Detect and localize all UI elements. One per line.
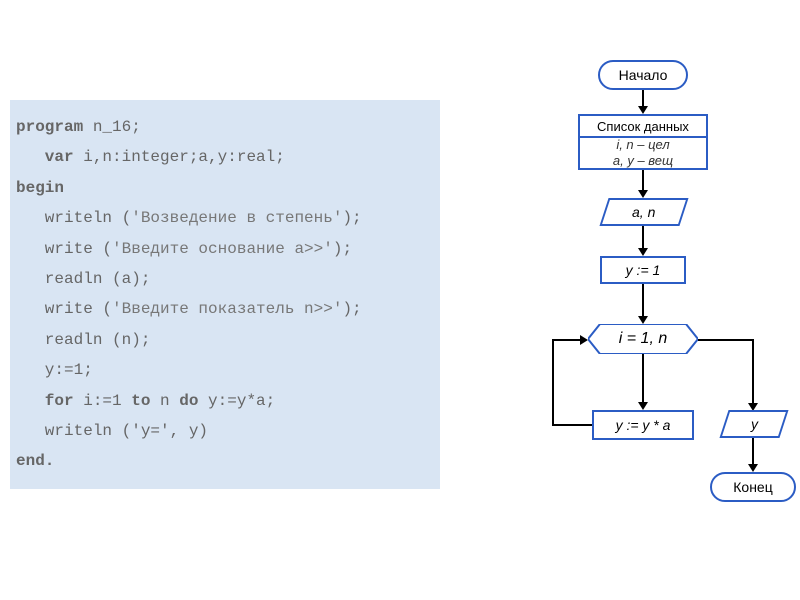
code-listing: program n_16; var i,n:integer;a,y:real; …	[10, 100, 440, 489]
connector	[642, 354, 644, 404]
kw-do: do	[179, 392, 198, 410]
code-text: write (	[16, 300, 112, 318]
arrow-down-icon	[638, 316, 648, 324]
code-text: readln (n);	[16, 331, 150, 349]
loop-hexagon: i = 1, n	[588, 324, 698, 354]
arrow-down-icon	[638, 106, 648, 114]
string-literal: 'Введите показатель n>>'	[112, 300, 342, 318]
connector	[642, 226, 644, 250]
process-init: y := 1	[600, 256, 686, 284]
process-body: y := y * a	[592, 410, 694, 440]
io-input: a, n	[599, 198, 688, 226]
connector	[698, 339, 754, 341]
string-literal: 'Введите основание a>>'	[112, 240, 333, 258]
code-text: );	[342, 300, 361, 318]
connector	[552, 339, 582, 341]
io-label: a, n	[632, 204, 655, 220]
connector	[752, 339, 754, 405]
code-text: y:=1;	[16, 361, 93, 379]
kw-for: for	[16, 392, 74, 410]
code-text: i:=1	[74, 392, 132, 410]
code-text: writeln (	[16, 209, 131, 227]
arrow-down-icon	[638, 402, 648, 410]
code-text: readln (a);	[16, 270, 150, 288]
connector	[642, 284, 644, 318]
code-text: n	[150, 392, 179, 410]
kw-var: var	[16, 148, 74, 166]
code-text: writeln ('y=', y)	[16, 422, 208, 440]
flowchart: Начало Список данных i, n – цел a, y – в…	[470, 60, 790, 580]
connector	[642, 170, 644, 192]
arrow-down-icon	[638, 248, 648, 256]
data-list-types: i, n – цел a, y – вещ	[578, 138, 708, 170]
terminator-end: Конец	[710, 472, 796, 502]
arrow-down-icon	[638, 190, 648, 198]
code-text: n_16;	[83, 118, 141, 136]
code-text: write (	[16, 240, 112, 258]
arrow-down-icon	[748, 464, 758, 472]
connector	[752, 438, 754, 466]
process-label: Список данных	[597, 119, 689, 134]
terminator-label: Начало	[619, 67, 668, 83]
process-label: y := 1	[626, 262, 661, 278]
code-text: i,n:integer;a,y:real;	[74, 148, 285, 166]
code-text: );	[342, 209, 361, 227]
kw-begin: begin	[16, 179, 64, 197]
kw-end: end.	[16, 452, 54, 470]
loop-label: i = 1, n	[588, 324, 698, 354]
connector	[552, 424, 592, 426]
process-label: y := y * a	[616, 417, 671, 433]
terminator-start: Начало	[598, 60, 688, 90]
types-line: i, n – цел	[616, 137, 669, 153]
code-text: );	[333, 240, 352, 258]
kw-to: to	[131, 392, 150, 410]
io-output: y	[719, 410, 788, 438]
code-text: y:=y*a;	[198, 392, 275, 410]
connector	[552, 339, 554, 426]
string-literal: 'Возведение в степень'	[131, 209, 342, 227]
arrow-right-icon	[580, 335, 588, 345]
kw-program: program	[16, 118, 83, 136]
terminator-label: Конец	[733, 479, 772, 495]
data-list-header: Список данных	[578, 114, 708, 138]
types-line: a, y – вещ	[613, 153, 673, 169]
io-label: y	[751, 416, 758, 432]
